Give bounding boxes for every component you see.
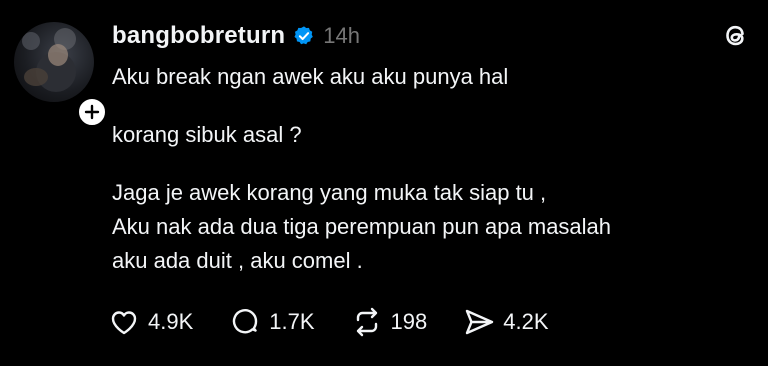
reply-button[interactable]: 1.7K (229, 306, 315, 338)
threads-logo-icon[interactable] (720, 20, 750, 50)
post-header: bangbobreturn 14h (112, 16, 360, 56)
reply-count: 1.7K (269, 309, 315, 334)
share-count: 4.2K (503, 309, 549, 334)
like-button[interactable]: 4.9K (108, 306, 193, 338)
heart-icon (111, 311, 137, 335)
verified-badge-icon (294, 26, 314, 45)
username[interactable]: bangbobreturn (112, 22, 285, 50)
action-bar: 4.9K 1.7K 198 4.2K (108, 304, 585, 340)
plus-icon (84, 104, 100, 120)
post-text-paragraph-3: Jaga je awek korang yang muka tak siap t… (112, 180, 612, 273)
avatar-container (14, 22, 108, 128)
repost-count: 198 (390, 309, 428, 334)
repost-button[interactable]: 198 (351, 306, 428, 338)
post-time: 14h (323, 23, 360, 48)
like-count: 4.9K (148, 309, 194, 334)
share-button[interactable]: 4.2K (463, 306, 549, 338)
post-text-line-1: Aku break ngan awek aku aku punya hal (112, 64, 509, 89)
speech-bubble-icon (233, 309, 258, 334)
avatar[interactable] (14, 22, 94, 102)
follow-button[interactable] (76, 96, 108, 128)
repost-icon (356, 307, 377, 337)
post-text-line-2: korang sibuk asal ? (112, 122, 302, 147)
paper-plane-icon (466, 309, 494, 335)
